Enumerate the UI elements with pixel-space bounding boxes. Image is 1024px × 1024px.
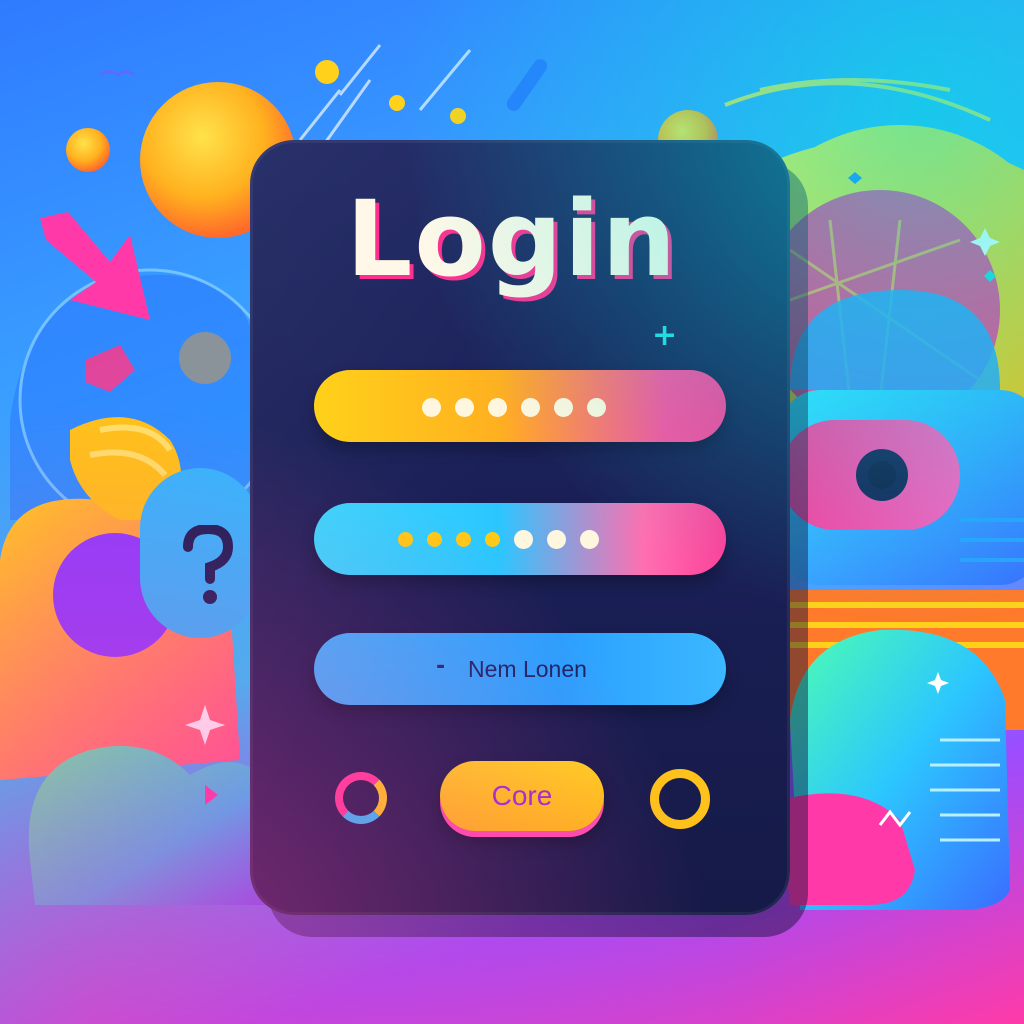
mask-dot: [398, 532, 413, 547]
background-scene: Login + - Nem Lonen Core: [0, 0, 1024, 1024]
username-masked-dots: [422, 398, 606, 417]
mask-dot: [580, 530, 599, 549]
question-icon: [183, 525, 234, 604]
mask-dot: [521, 398, 540, 417]
mask-dot: [455, 398, 474, 417]
name-field-dash: -: [436, 654, 446, 679]
mask-dot: [587, 398, 606, 417]
mask-dot: [547, 530, 566, 549]
mask-dot: [456, 532, 471, 547]
mask-dot: [514, 530, 533, 549]
mask-dot: [554, 398, 573, 417]
page-title: Login: [346, 178, 678, 300]
mask-dot: [427, 532, 442, 547]
mask-dot: [485, 532, 500, 547]
mask-dot: [422, 398, 441, 417]
spinner-icon: [335, 772, 387, 824]
name-field-text: Nem Lonen: [468, 656, 587, 682]
plus-icon: +: [652, 318, 678, 353]
ring-icon[interactable]: [650, 769, 710, 829]
password-masked-dots: [398, 530, 599, 549]
core-button[interactable]: Core: [440, 761, 604, 831]
mask-dot: [488, 398, 507, 417]
